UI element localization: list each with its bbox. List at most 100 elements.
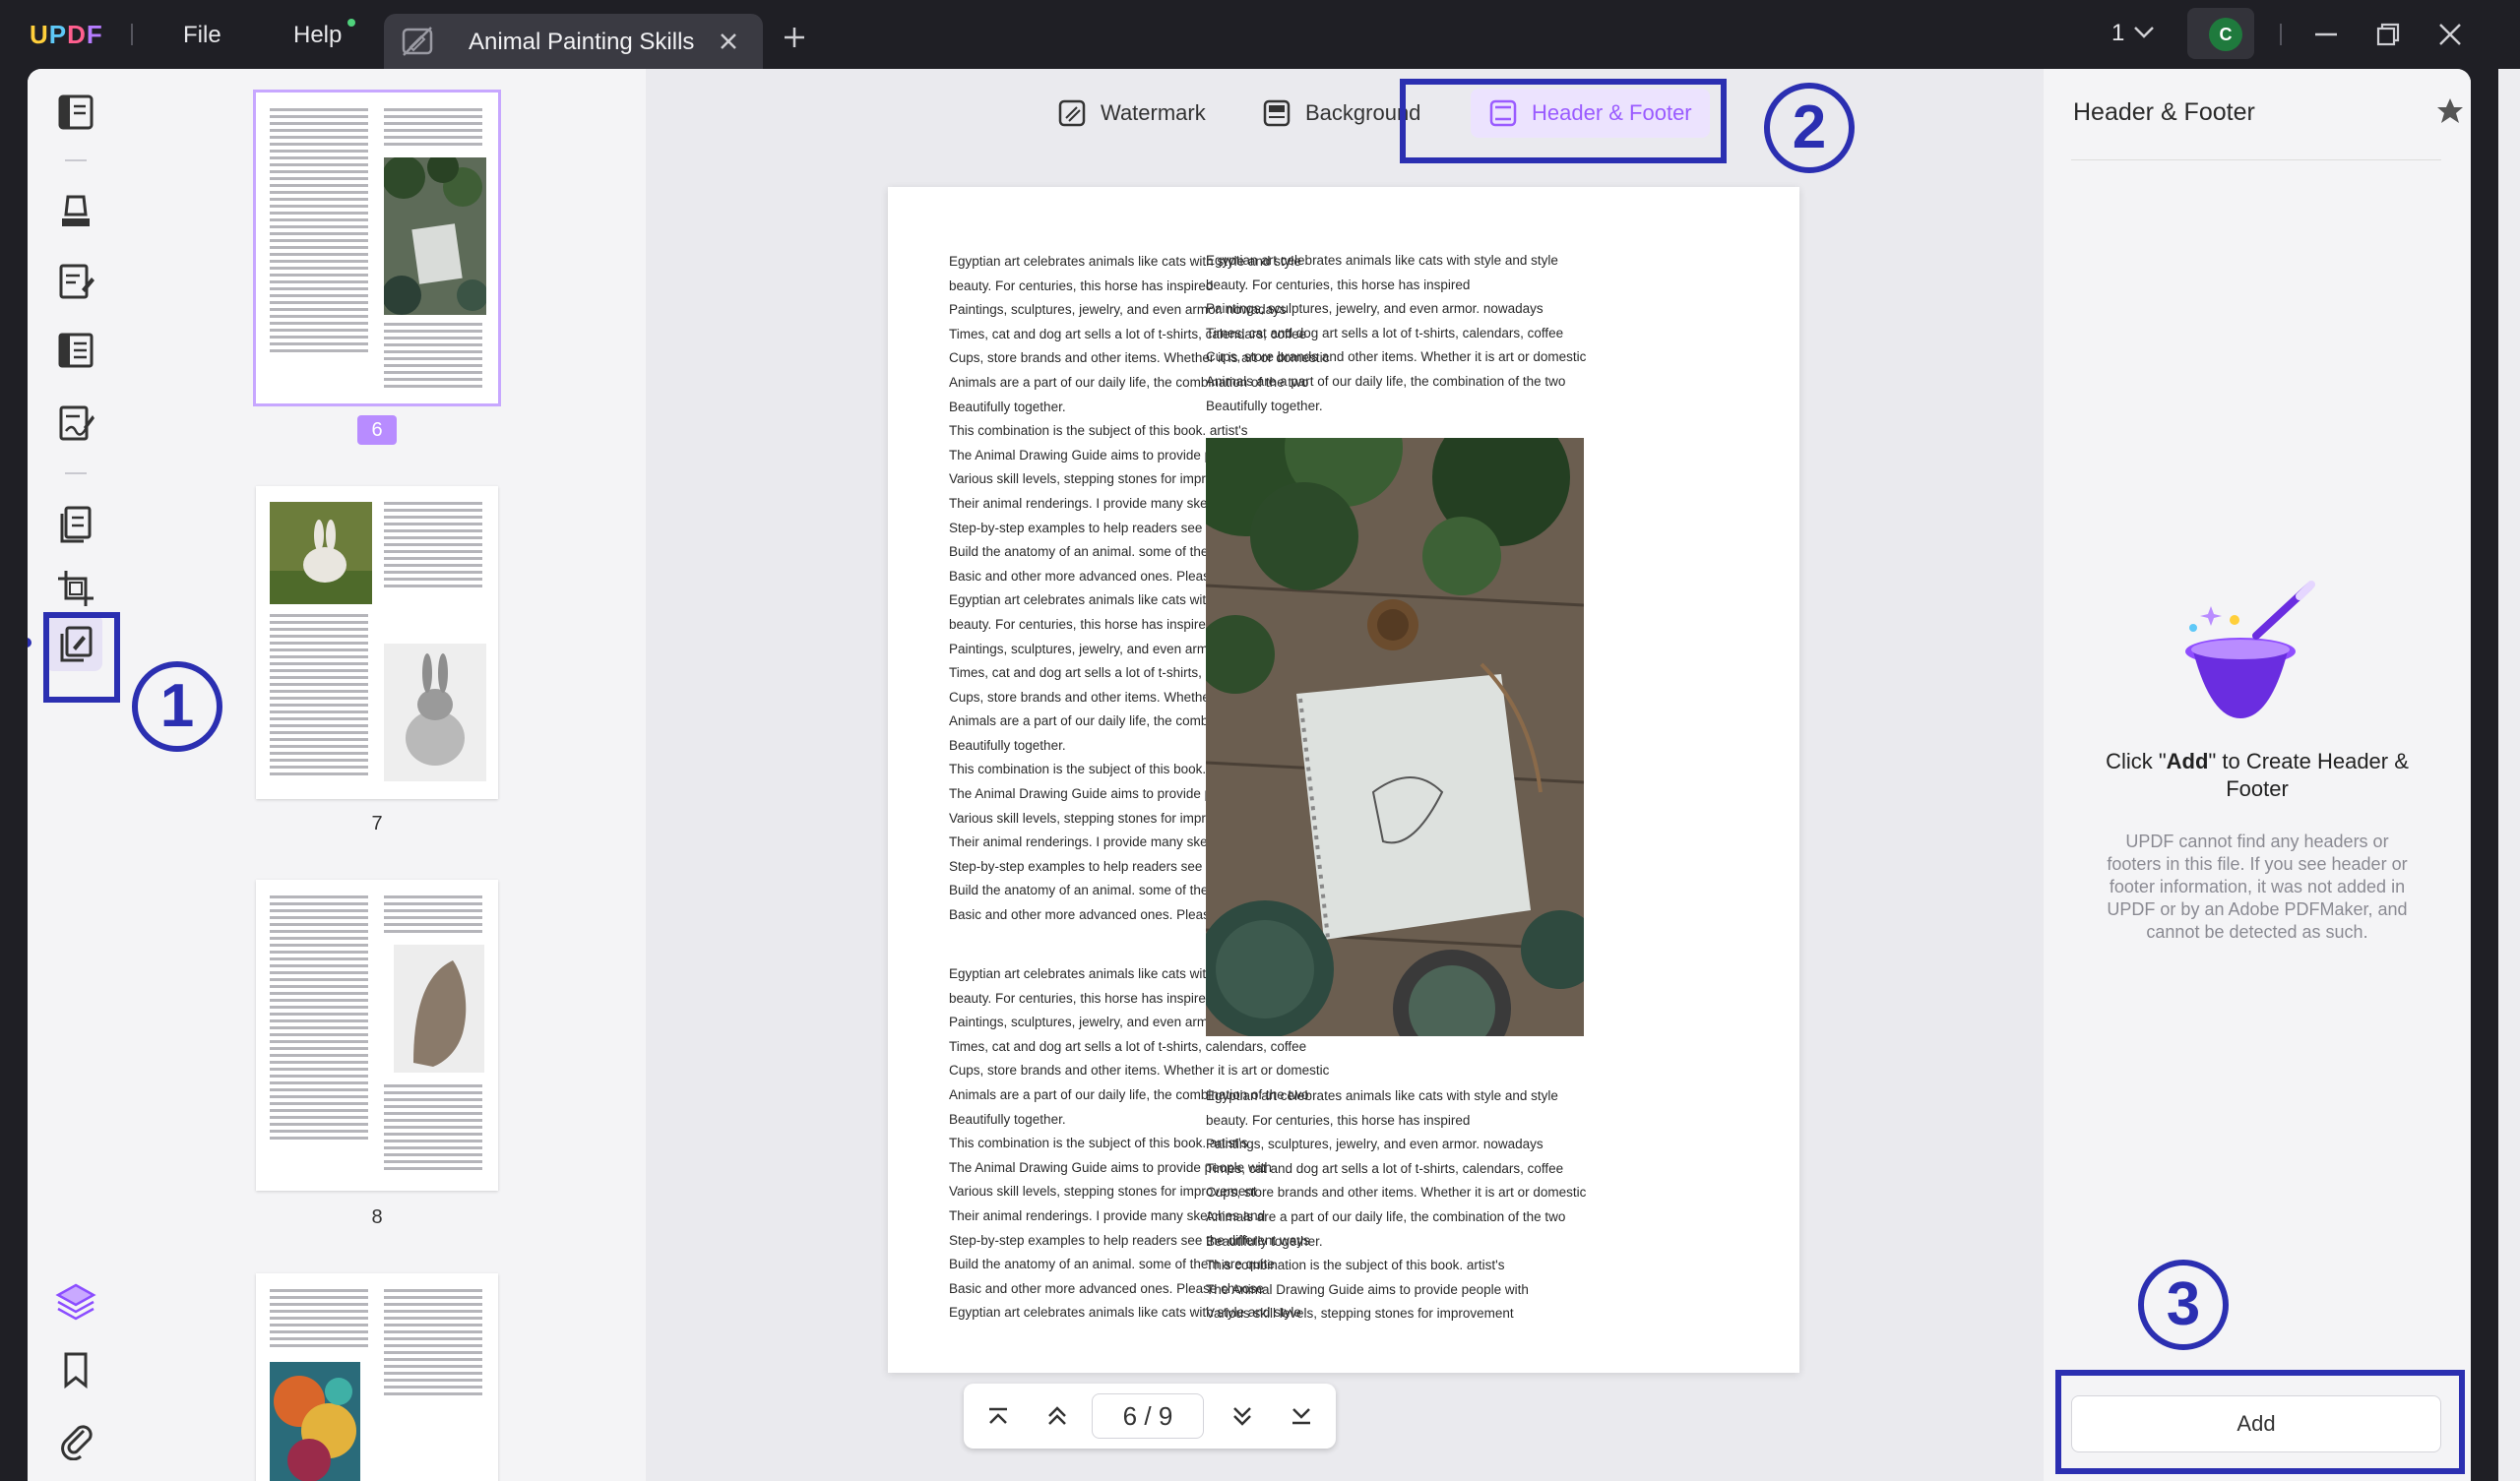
thumbnail-text bbox=[384, 502, 482, 591]
document-tab[interactable]: Animal Painting Skills bbox=[384, 14, 763, 69]
previous-page-icon[interactable] bbox=[1042, 1401, 1072, 1431]
avatar[interactable]: C bbox=[2209, 18, 2242, 51]
text-line: Cups, store brands and other items. Whet… bbox=[1206, 349, 1587, 365]
next-page-icon[interactable] bbox=[1228, 1401, 1257, 1431]
close-window-icon[interactable] bbox=[2435, 20, 2465, 49]
text-line: Animals are a part of our daily life, th… bbox=[1206, 373, 1566, 389]
text-line: Egyptian art celebrates animals like cat… bbox=[1206, 253, 1558, 268]
bookmark-icon[interactable] bbox=[54, 1348, 97, 1391]
text-line: The Animal Drawing Guide aims to provide… bbox=[1206, 1281, 1529, 1297]
headline-prefix: Click " bbox=[2106, 749, 2167, 773]
title-divider bbox=[2280, 24, 2282, 45]
tab-watermark[interactable]: Watermark bbox=[1057, 89, 1206, 138]
text-line: Cups, store brands and other items. Whet… bbox=[949, 1063, 1330, 1079]
text-line: beauty. For centuries, this horse has in… bbox=[1206, 277, 1471, 292]
crop-icon[interactable] bbox=[54, 567, 97, 610]
thumbnail-page-number: 8 bbox=[371, 1206, 383, 1228]
text-line: Paintings, sculptures, jewelry, and even… bbox=[1206, 301, 1544, 317]
tab-watermark-label: Watermark bbox=[1101, 100, 1206, 125]
left-tool-rail bbox=[28, 69, 124, 1481]
sign-icon[interactable] bbox=[54, 401, 97, 445]
first-page-icon[interactable] bbox=[983, 1401, 1013, 1431]
title-bar: UPDF File Help Animal Painting Skills 1 … bbox=[0, 0, 2520, 69]
thumbnail-text bbox=[270, 614, 368, 779]
thumbnail-page-9[interactable] bbox=[256, 1273, 498, 1481]
panel-description: UPDF cannot find any headers or footers … bbox=[2107, 832, 2408, 942]
text-line: Beautifully together. bbox=[1206, 1233, 1323, 1249]
background-icon bbox=[1263, 99, 1291, 127]
comment-highlighter-icon[interactable] bbox=[54, 189, 97, 232]
thumbnail-text bbox=[270, 895, 368, 1143]
header-footer-panel: Header & Footer Click "Add" to Create He… bbox=[2044, 69, 2471, 1481]
thumbnail-page-8[interactable] bbox=[256, 880, 498, 1191]
edit-pdf-icon[interactable] bbox=[54, 260, 97, 303]
star-icon[interactable] bbox=[2435, 96, 2465, 126]
layers-icon[interactable] bbox=[54, 1279, 97, 1323]
organize-pages-icon[interactable] bbox=[54, 502, 97, 545]
headline-bold: Add bbox=[2166, 749, 2209, 773]
thumbnail-text bbox=[384, 323, 482, 392]
form-icon[interactable] bbox=[54, 329, 97, 372]
restore-icon[interactable] bbox=[2373, 20, 2403, 49]
background-window-edge bbox=[2498, 69, 2520, 1481]
total-pages: 9 bbox=[1158, 1401, 1173, 1431]
thumbnail-plant-image bbox=[384, 157, 486, 315]
rail-divider bbox=[65, 472, 87, 474]
thumbnail-text bbox=[384, 108, 482, 150]
edit-off-icon bbox=[402, 27, 433, 56]
text-line: beauty. For centuries, this horse has in… bbox=[1206, 1112, 1471, 1128]
menu-file[interactable]: File bbox=[183, 22, 221, 49]
pdf-page[interactable]: Egyptian art celebrates animals like cat… bbox=[888, 187, 1799, 1373]
text-line: Egyptian art celebrates animals like cat… bbox=[1206, 1088, 1558, 1103]
text-line: Animals are a part of our daily life, th… bbox=[1206, 1208, 1566, 1224]
thumbnail-text bbox=[384, 1289, 482, 1399]
headline-suffix: " to Create Header & Footer bbox=[2208, 749, 2409, 801]
annotation-number-2: 2 bbox=[1764, 83, 1855, 173]
text-line: This combination is the subject of this … bbox=[1206, 1258, 1505, 1273]
new-tab-icon[interactable] bbox=[783, 26, 806, 49]
thumbnail-text bbox=[270, 1289, 368, 1351]
window-count[interactable]: 1 bbox=[2111, 20, 2124, 47]
thumbnail-page-7[interactable] bbox=[256, 486, 498, 799]
plant-sketchbook-photo bbox=[1206, 438, 1584, 1036]
reader-icon[interactable] bbox=[54, 91, 97, 134]
title-divider bbox=[131, 24, 133, 45]
text-line: Times, cat and dog art sells a lot of t-… bbox=[1206, 1160, 1564, 1176]
thumbnail-page-6[interactable] bbox=[253, 90, 501, 406]
page-right-column-bottom: Egyptian art celebrates animals like cat… bbox=[1206, 1084, 1586, 1327]
text-line: Beautifully together. bbox=[1206, 398, 1323, 413]
panel-title: Header & Footer bbox=[2073, 98, 2255, 126]
active-indicator-dot bbox=[28, 638, 32, 648]
panel-divider bbox=[2071, 159, 2441, 160]
page-navigator: 6 / 9 bbox=[964, 1384, 1336, 1449]
close-tab-icon[interactable] bbox=[715, 28, 742, 55]
updf-logo[interactable]: UPDF bbox=[30, 20, 103, 50]
thumbnail-page-number: 7 bbox=[371, 813, 383, 834]
current-page: 6 bbox=[1122, 1401, 1138, 1431]
rail-divider bbox=[65, 159, 87, 161]
document-tab-title: Animal Painting Skills bbox=[469, 29, 695, 55]
chevron-down-icon[interactable] bbox=[2133, 26, 2155, 39]
document-viewer: Watermark Background Header & Footer Egy… bbox=[646, 69, 2044, 1481]
page-number-input[interactable]: 6 / 9 bbox=[1092, 1393, 1204, 1439]
text-line: Cups, store brands and other items. Whet… bbox=[1206, 1185, 1587, 1201]
magic-hat-icon bbox=[2185, 581, 2315, 718]
attachment-icon[interactable] bbox=[54, 1417, 97, 1460]
text-line: Paintings, sculptures, jewelry, and even… bbox=[1206, 1137, 1544, 1152]
text-line: Times, cat and dog art sells a lot of t-… bbox=[1206, 325, 1564, 340]
text-line: Various skill levels, stepping stones fo… bbox=[1206, 1306, 1514, 1322]
thumbnail-panel: 6 7 8 bbox=[124, 69, 646, 1481]
thumbnail-rabbit-sketch bbox=[384, 644, 486, 781]
thumbnail-page-number: 6 bbox=[357, 415, 397, 445]
thumbnail-text bbox=[384, 1084, 482, 1174]
minimize-icon[interactable] bbox=[2311, 20, 2341, 49]
annotation-box-3 bbox=[2055, 1370, 2465, 1474]
notification-dot bbox=[347, 19, 355, 27]
page-right-column-top: Egyptian art celebrates animals like cat… bbox=[1206, 249, 1586, 418]
thumbnail-colorful-art bbox=[270, 1362, 360, 1481]
menu-help[interactable]: Help bbox=[293, 22, 342, 49]
annotation-box-1 bbox=[43, 612, 120, 703]
thumbnail-text bbox=[384, 895, 482, 937]
last-page-icon[interactable] bbox=[1287, 1401, 1316, 1431]
tab-background[interactable]: Background bbox=[1262, 89, 1420, 138]
